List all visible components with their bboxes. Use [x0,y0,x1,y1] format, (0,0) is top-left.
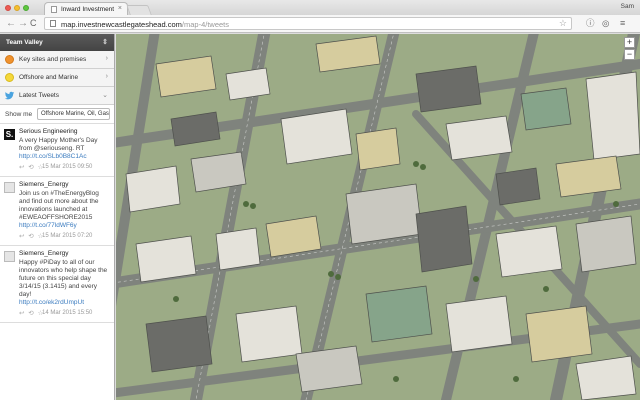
filter-select[interactable]: Offshore Marine, Oil, Gas [37,108,110,120]
browser-titlebar: Inward Investment × Sam [0,0,640,15]
section-label: Offshore and Marine [19,74,79,81]
page-icon [50,20,56,27]
tweet-item: Siemens_Energy Join us on #TheEnergyBlog… [0,177,114,246]
tweet-meta: ↩ ⟲ ☆ 15 Mar 2015 09:50 [19,163,110,172]
url-domain: map.investnewcastlegateshead.com [61,20,182,29]
pin-icon [5,73,14,82]
sidebar: Team Valley ⇕ Key sites and premises › O… [0,34,115,400]
tweet-actions-icons[interactable]: ↩ ⟲ ☆ [19,232,44,240]
extension-icon[interactable]: ◎ [602,18,609,28]
section-latest-tweets[interactable]: Latest Tweets ⌄ [0,87,114,105]
team-title: Team Valley [6,39,43,46]
tweet-meta: ↩ ⟲ ☆ 15 Mar 2015 07:20 [19,232,110,241]
pin-icon [5,55,14,64]
section-label: Latest Tweets [19,92,59,99]
tweet-timestamp: 14 Mar 2015 15:50 [42,310,93,316]
tweet-actions-icons[interactable]: ↩ ⟲ ☆ [19,163,44,171]
close-window-button[interactable] [5,5,11,11]
map-canvas[interactable] [116,34,640,400]
new-tab-button[interactable] [126,5,152,15]
minimize-window-button[interactable] [14,5,20,11]
url-path: /map-4/tweets [181,20,230,29]
chevron-down-icon: ⌄ [102,92,108,99]
tweet-link[interactable]: http://t.co/SLb0B8C1Ac [19,153,110,161]
twitter-icon [4,91,15,100]
team-header[interactable]: Team Valley ⇕ [0,34,114,51]
bookmark-star-icon[interactable]: ☆ [559,18,567,29]
tweet-link[interactable]: http://t.co/ek2rdUmpUt [19,299,110,307]
tweet-text: A very Happy Mother's Day from @seriouse… [19,137,98,152]
profile-name[interactable]: Sam [621,3,634,10]
menu-icon[interactable]: ≡ [620,18,625,28]
map-view[interactable]: + − [116,34,640,400]
browser-toolbar: ← → C map.investnewcastlegateshead.com/m… [0,15,640,33]
section-label: Key sites and premises [19,56,87,63]
toggle-icon[interactable]: ⇕ [102,38,108,46]
avatar[interactable]: S. [4,129,15,140]
browser-tab[interactable]: Inward Investment × [44,2,128,15]
avatar[interactable] [4,182,15,193]
section-key-sites[interactable]: Key sites and premises › [0,51,114,69]
chevron-right-icon: › [105,73,108,80]
address-bar[interactable]: map.investnewcastlegateshead.com/map-4/t… [44,17,572,30]
tweet-link[interactable]: http://t.co/77ldWF6y [19,222,110,230]
maximize-window-button[interactable] [23,5,29,11]
avatar[interactable] [4,251,15,262]
tweet-item: S. Serious Engineering A very Happy Moth… [0,124,114,177]
tweet-timestamp: 15 Mar 2015 09:50 [42,164,93,170]
back-button[interactable]: ← [6,18,16,29]
url-text: map.investnewcastlegateshead.com/map-4/t… [61,20,229,29]
tweet-author[interactable]: Serious Engineering [19,128,110,135]
tab-title: Inward Investment [61,6,115,13]
tweet-item: Siemens_Energy Happy #PiDay to all of ou… [0,246,114,323]
tab-close-icon[interactable]: × [118,5,122,12]
filter-label: Show me [5,111,33,118]
reload-button[interactable]: C [30,18,37,29]
page-icon [51,6,57,13]
tweet-author[interactable]: Siemens_Energy [19,181,110,188]
zoom-in-button[interactable]: + [624,37,635,48]
chevron-right-icon: › [105,55,108,62]
zoom-out-button[interactable]: − [624,49,635,60]
tweet-timestamp: 15 Mar 2015 07:20 [42,233,93,239]
tweet-author[interactable]: Siemens_Energy [19,250,110,257]
info-icon[interactable]: ⓘ [586,18,595,28]
tweet-text: Happy #PiDay to all of our innovators wh… [19,259,108,298]
forward-button[interactable]: → [18,18,28,29]
tweet-actions-icons[interactable]: ↩ ⟲ ☆ [19,309,44,317]
tweet-meta: ↩ ⟲ ☆ 14 Mar 2015 15:50 [19,309,110,318]
tweet-filter: Show me Offshore Marine, Oil, Gas [0,105,114,124]
section-offshore-marine[interactable]: Offshore and Marine › [0,69,114,87]
tweet-text: Join us on #TheEnergyBlog and find out m… [19,190,99,221]
